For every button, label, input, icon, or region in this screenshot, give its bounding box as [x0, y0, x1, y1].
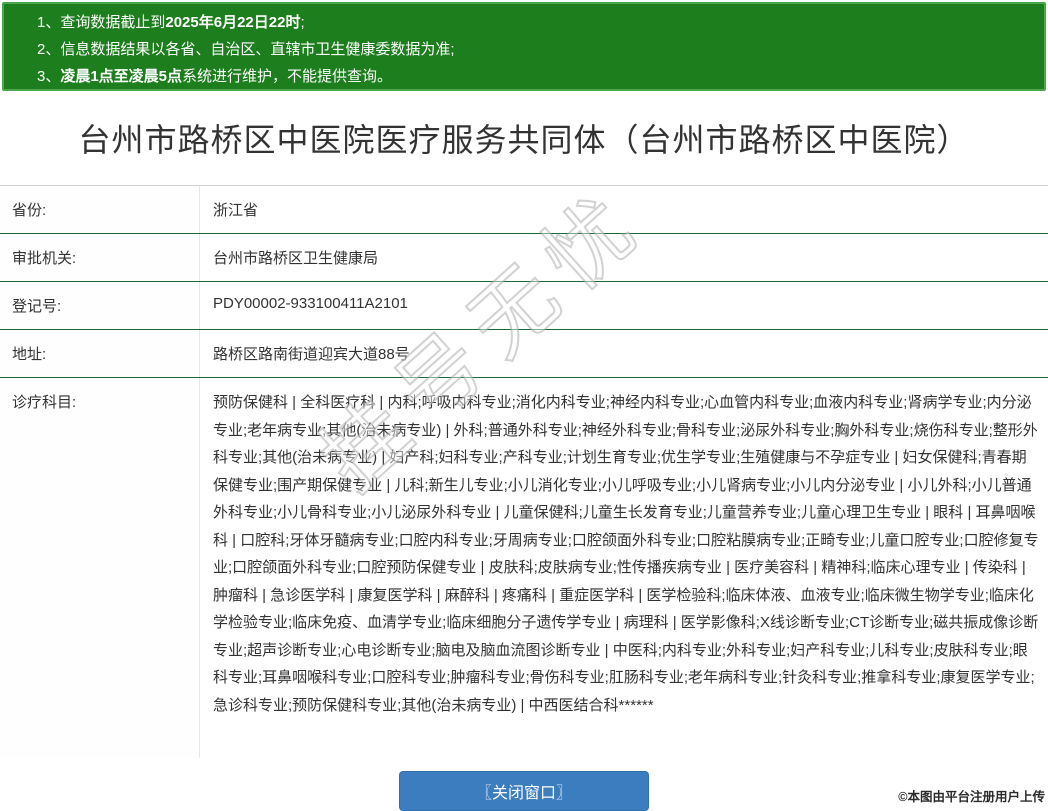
notice-line-2: 2、信息数据结果以各省、自治区、直辖市卫生健康委数据为准; [37, 36, 1034, 63]
close-window-button[interactable]: 〖关闭窗口〗 [399, 771, 649, 811]
notice-text: 系统进行维护，不能提供查询。 [182, 68, 392, 85]
table-row-address: 地址: 路桥区路南街道迎宾大道88号 [0, 330, 1048, 378]
notice-number: 2、 [37, 41, 60, 58]
table-row-medical-departments: 诊疗科目: 预防保健科 | 全科医疗科 | 内科;呼吸内科专业;消化内科专业;神… [0, 378, 1048, 758]
notice-text: 查询数据截止到 [60, 14, 165, 31]
notice-text: ; [300, 14, 304, 31]
table-row-province: 省份: 浙江省 [0, 186, 1048, 234]
notice-line-3: 3、凌晨1点至凌晨5点系统进行维护，不能提供查询。 [37, 63, 1034, 90]
notice-text-bold: 凌晨1点至凌晨5点 [60, 68, 182, 85]
field-label-registration-number: 登记号: [0, 282, 200, 329]
table-row-approval-authority: 审批机关: 台州市路桥区卫生健康局 [0, 234, 1048, 282]
field-value-province: 浙江省 [200, 186, 1048, 233]
institution-detail-table: 省份: 浙江省 审批机关: 台州市路桥区卫生健康局 登记号: PDY00002-… [0, 185, 1048, 758]
notice-text: 信息数据结果以各省、自治区、直辖市卫生健康委数据为准; [60, 41, 454, 58]
table-row-registration-number: 登记号: PDY00002-933100411A2101 [0, 282, 1048, 330]
field-value-medical-departments: 预防保健科 | 全科医疗科 | 内科;呼吸内科专业;消化内科专业;神经内科专业;… [200, 378, 1048, 758]
field-label-medical-departments: 诊疗科目: [0, 378, 200, 758]
notice-text-bold: 2025年6月22日22时 [165, 14, 300, 31]
notice-line-1: 1、查询数据截止到2025年6月22日22时; [37, 9, 1034, 36]
field-label-address: 地址: [0, 330, 200, 377]
field-label-province: 省份: [0, 186, 200, 233]
field-value-registration-number: PDY00002-933100411A2101 [200, 282, 1048, 329]
field-value-approval-authority: 台州市路桥区卫生健康局 [200, 234, 1048, 281]
field-value-address: 路桥区路南街道迎宾大道88号 [200, 330, 1048, 377]
page-title: 台州市路桥区中医院医疗服务共同体（台州市路桥区中医院） [0, 118, 1048, 162]
notice-banner: 1、查询数据截止到2025年6月22日22时; 2、信息数据结果以各省、自治区、… [2, 2, 1046, 91]
field-label-approval-authority: 审批机关: [0, 234, 200, 281]
notice-number: 1、 [37, 14, 60, 31]
corner-watermark: ©本图由平台注册用户上传 [898, 786, 1045, 805]
notice-number: 3、 [37, 68, 60, 85]
